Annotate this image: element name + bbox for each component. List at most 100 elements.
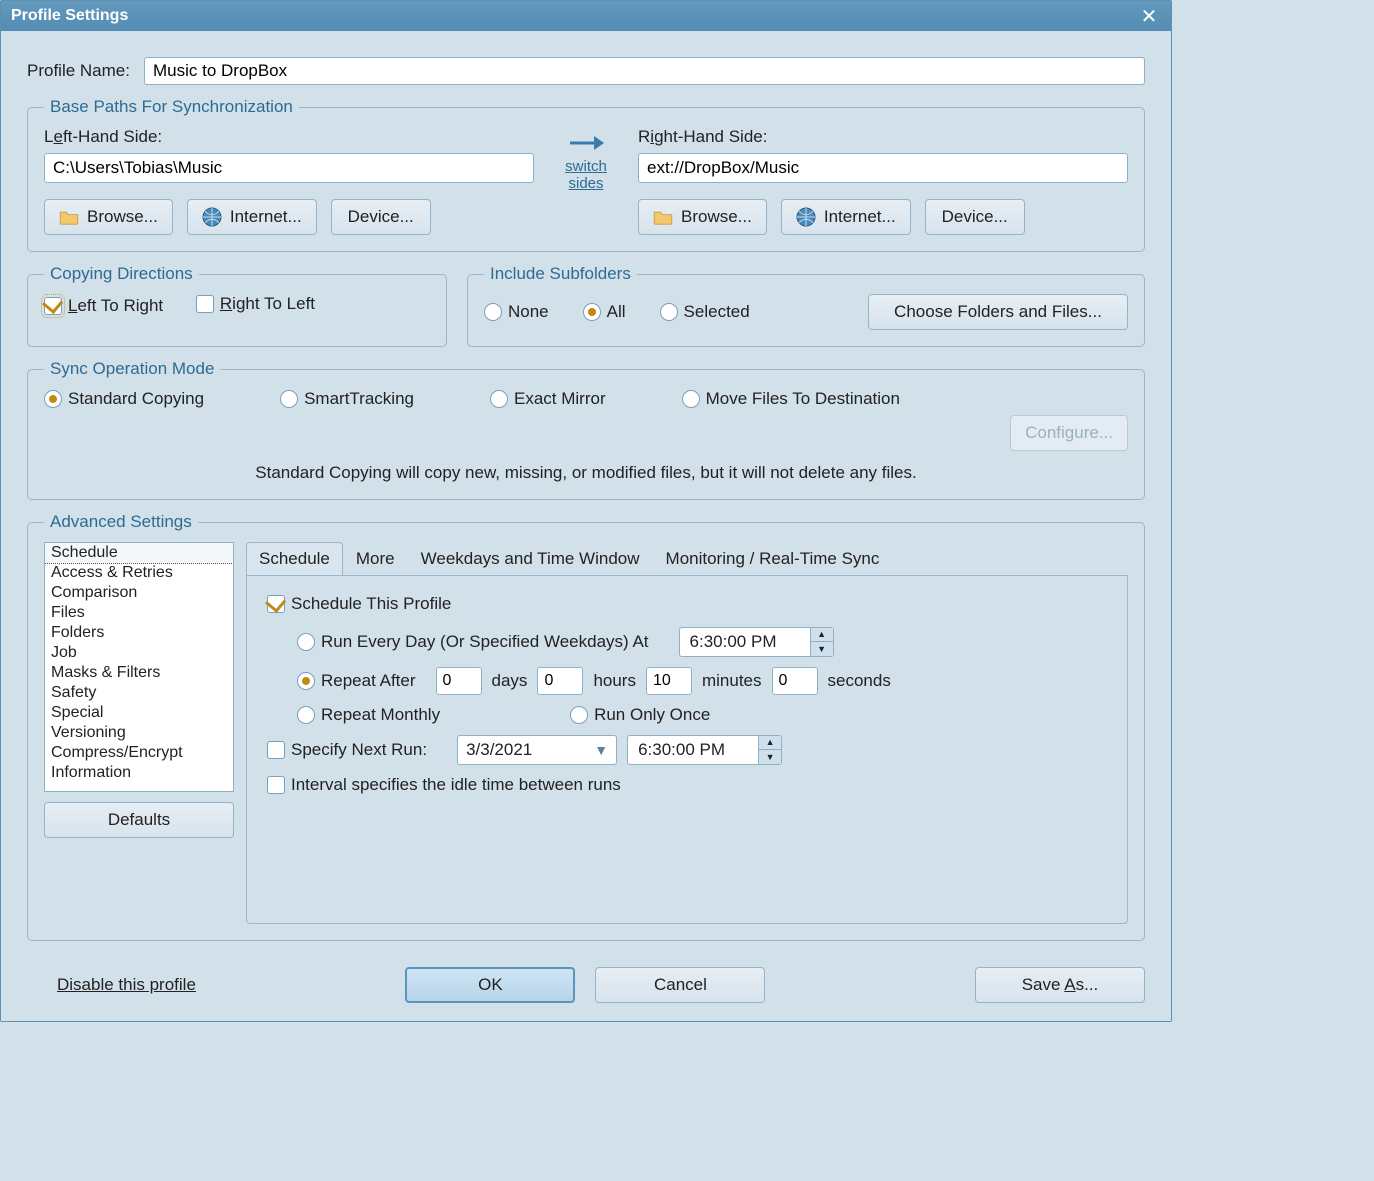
checkbox-icon [267,595,285,613]
chevron-up-icon[interactable]: ▲ [811,628,833,642]
right-side-col: Right-Hand Side: Browse... Internet... [638,127,1128,235]
save-as-button[interactable]: Save As... [975,967,1145,1003]
switch-sides-link[interactable]: switch sides [565,159,607,192]
chevron-down-icon[interactable]: ▼ [594,742,608,758]
left-browse-button[interactable]: Browse... [44,199,173,235]
cancel-button[interactable]: Cancel [595,967,765,1003]
radio-icon [490,390,508,408]
right-internet-button[interactable]: Internet... [781,199,911,235]
mode-standard-radio[interactable]: Standard Copying [44,389,204,409]
run-once-radio[interactable]: Run Only Once [570,705,710,725]
category-item[interactable]: Safety [45,683,233,703]
checkbox-icon [267,776,285,794]
category-item[interactable]: Versioning [45,723,233,743]
right-buttons: Browse... Internet... Device... [638,199,1128,235]
repeat-monthly-radio[interactable]: Repeat Monthly [297,705,440,725]
idle-row: Interval specifies the idle time between… [267,775,1107,795]
right-device-button[interactable]: Device... [925,199,1025,235]
run-daily-time-spinner[interactable]: 6:30:00 PM ▲▼ [679,627,834,657]
tab[interactable]: Monitoring / Real-Time Sync [653,542,893,575]
right-path-input[interactable] [638,153,1128,183]
arrow-cell: switch sides [554,131,618,192]
profile-settings-window: Profile Settings ✕ Profile Name: Base Pa… [0,0,1172,1022]
defaults-button[interactable]: Defaults [44,802,234,838]
specify-next-checkbox[interactable]: Specify Next Run: [267,740,427,760]
chevron-up-icon[interactable]: ▲ [759,736,781,750]
category-item[interactable]: Access & Retries [45,563,233,583]
chevron-down-icon[interactable]: ▼ [811,642,833,656]
monthly-once-row: Repeat Monthly Run Only Once [297,705,1107,725]
schedule-enable-checkbox[interactable]: Schedule This Profile [267,594,451,614]
repeat-hours-input[interactable] [537,667,583,695]
category-column: ScheduleAccess & RetriesComparisonFilesF… [44,542,234,924]
spinner-buttons[interactable]: ▲▼ [810,628,833,656]
radio-icon [297,706,315,724]
include-none-radio[interactable]: None [484,302,549,322]
tab[interactable]: Weekdays and Time Window [408,542,653,575]
choose-folders-button[interactable]: Choose Folders and Files... [868,294,1128,330]
advanced-settings-legend: Advanced Settings [44,512,198,532]
category-item[interactable]: Compress/Encrypt [45,743,233,763]
category-list[interactable]: ScheduleAccess & RetriesComparisonFilesF… [44,542,234,792]
window-title: Profile Settings [11,7,128,25]
left-side-col: Left-Hand Side: Browse... Internet... [44,127,534,235]
rtl-checkbox[interactable]: Right To Left [196,294,315,314]
close-icon[interactable]: ✕ [1137,4,1161,29]
sync-mode-legend: Sync Operation Mode [44,359,220,379]
repeat-minutes-input[interactable] [646,667,692,695]
category-item[interactable]: Files [45,603,233,623]
category-item[interactable]: Information [45,763,233,783]
repeat-days-input[interactable] [436,667,482,695]
spinner-buttons[interactable]: ▲▼ [758,736,781,764]
run-daily-radio[interactable]: Run Every Day (Or Specified Weekdays) At [297,632,649,652]
checkbox-icon [196,295,214,313]
radio-icon [297,633,315,651]
base-paths-group: Base Paths For Synchronization Left-Hand… [27,97,1145,252]
ok-button[interactable]: OK [405,967,575,1003]
idle-checkbox[interactable]: Interval specifies the idle time between… [267,775,621,795]
radio-icon [484,303,502,321]
tab[interactable]: Schedule [246,542,343,575]
category-item[interactable]: Special [45,703,233,723]
category-item[interactable]: Masks & Filters [45,663,233,683]
globe-icon [796,207,816,227]
direction-arrow-icon [568,131,604,155]
disable-profile-link[interactable]: Disable this profile [57,975,196,995]
repeat-seconds-input[interactable] [772,667,818,695]
radio-icon [297,672,315,690]
include-all-radio[interactable]: All [583,302,626,322]
category-item[interactable]: Job [45,643,233,663]
folder-icon [653,209,673,225]
radio-icon [682,390,700,408]
dir-include-row: Copying Directions Left To Right Right T… [27,264,1145,347]
folder-icon [59,209,79,225]
next-run-date[interactable]: 3/3/2021 ▼ [457,735,617,765]
category-item[interactable]: Folders [45,623,233,643]
left-device-button[interactable]: Device... [331,199,431,235]
run-daily-row: Run Every Day (Or Specified Weekdays) At… [297,627,1107,657]
mode-movefiles-radio[interactable]: Move Files To Destination [682,389,900,409]
radio-icon [44,390,62,408]
radio-icon [570,706,588,724]
repeat-after-radio[interactable]: Repeat After [297,671,416,691]
category-item[interactable]: Comparison [45,583,233,603]
left-path-input[interactable] [44,153,534,183]
include-selected-radio[interactable]: Selected [660,302,750,322]
tabs-strip: ScheduleMoreWeekdays and Time WindowMoni… [246,542,1128,576]
sync-mode-group: Sync Operation Mode Standard Copying Sma… [27,359,1145,500]
mode-smarttracking-radio[interactable]: SmartTracking [280,389,414,409]
copying-directions-legend: Copying Directions [44,264,199,284]
mode-exactmirror-radio[interactable]: Exact Mirror [490,389,606,409]
ltr-checkbox[interactable]: Left To Right [44,296,163,316]
bottom-bar: Disable this profile OK Cancel Save As..… [27,953,1145,1003]
titlebar: Profile Settings ✕ [1,1,1171,31]
right-browse-button[interactable]: Browse... [638,199,767,235]
left-internet-button[interactable]: Internet... [187,199,317,235]
tab[interactable]: More [343,542,408,575]
globe-icon [202,207,222,227]
radio-icon [583,303,601,321]
next-run-time-spinner[interactable]: 6:30:00 PM ▲▼ [627,735,782,765]
category-item[interactable]: Schedule [45,543,233,563]
chevron-down-icon[interactable]: ▼ [759,750,781,764]
profile-name-input[interactable] [144,57,1145,85]
